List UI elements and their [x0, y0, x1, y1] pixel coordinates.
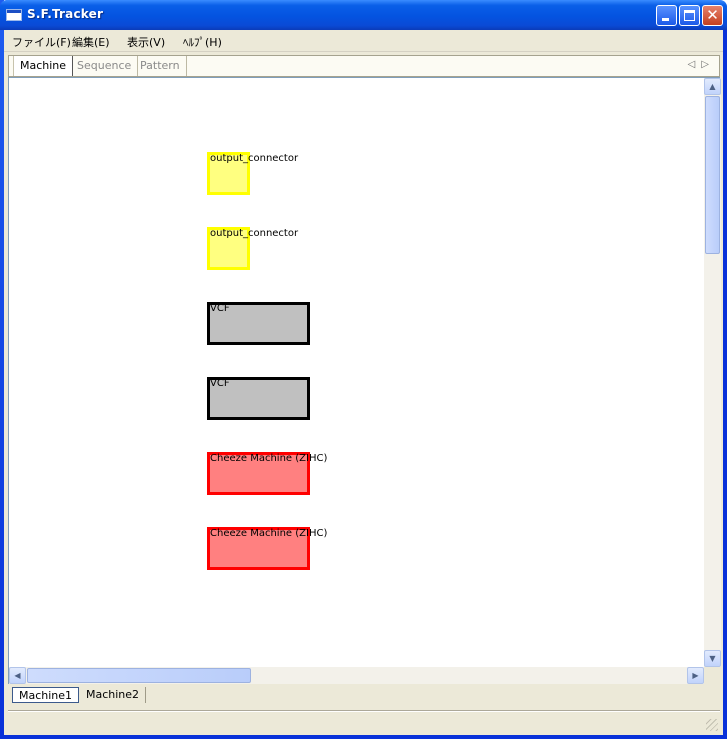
close-button[interactable]: ✕ [702, 5, 723, 26]
scroll-down-button[interactable]: ▼ [704, 650, 721, 667]
tab-scroll-left-icon[interactable]: ◁ [688, 59, 702, 70]
maximize-button[interactable] [679, 5, 700, 26]
scroll-right-button[interactable]: ▶ [687, 667, 704, 684]
scrollbar-corner [704, 667, 721, 684]
machine-node-cheeze-machine[interactable]: Cheeze Machine (ZIHC) [207, 452, 327, 495]
machine-node-label: Cheeze Machine (ZIHC) [210, 528, 328, 539]
machine-node-output-connector[interactable]: output_connector [207, 152, 298, 195]
close-icon: ✕ [706, 6, 719, 24]
app-icon [6, 9, 22, 21]
horizontal-scrollbar[interactable]: ◀ ▶ [9, 667, 704, 684]
resize-grip-icon[interactable] [706, 719, 718, 731]
machine-node-label: VCF [210, 378, 230, 389]
tab-machine[interactable]: Machine [13, 56, 74, 76]
tab-sequence[interactable]: Sequence [71, 56, 139, 76]
chevron-up-icon: ▲ [709, 82, 716, 91]
machine-node-label: Cheeze Machine (ZIHC) [210, 453, 328, 464]
scroll-up-button[interactable]: ▲ [704, 78, 721, 95]
title-bar[interactable]: S.F.Tracker ✕ [0, 0, 727, 30]
menu-file[interactable]: ファイル(F) [12, 34, 71, 50]
machine-node-vcf[interactable]: VCF [207, 302, 310, 345]
horizontal-scroll-thumb[interactable] [27, 668, 251, 683]
tab-pattern[interactable]: Pattern [134, 56, 187, 76]
app-window: S.F.Tracker ✕ ファイル(F) 編集(E) 表示(V) ﾍﾙﾌﾟ(H… [0, 0, 727, 739]
machine-tab-strip: Machine1 Machine2 [8, 685, 720, 705]
status-bar [8, 711, 720, 733]
view-tab-strip: Machine Sequence Pattern ◁▷ [8, 55, 720, 77]
menu-help[interactable]: ﾍﾙﾌﾟ(H) [183, 34, 222, 50]
menu-edit[interactable]: 編集(E) [72, 34, 110, 50]
machine-node-vcf[interactable]: VCF [207, 377, 310, 420]
menu-bar: ファイル(F) 編集(E) 表示(V) ﾍﾙﾌﾟ(H) [4, 30, 723, 52]
vertical-scroll-thumb[interactable] [705, 96, 720, 254]
vertical-scrollbar[interactable]: ▲ ▼ [704, 78, 721, 667]
tab-scroll-arrows[interactable]: ◁▷ [688, 59, 715, 70]
machine-view: output_connector output_connector VCF VC… [8, 77, 721, 684]
tab-machine1[interactable]: Machine1 [12, 687, 80, 703]
machine-node-cheeze-machine[interactable]: Cheeze Machine (ZIHC) [207, 527, 327, 570]
machine-node-output-connector[interactable]: output_connector [207, 227, 298, 270]
maximize-icon [684, 10, 695, 21]
machine-canvas[interactable]: output_connector output_connector VCF VC… [9, 78, 704, 667]
chevron-left-icon: ◀ [14, 671, 21, 680]
tab-machine2[interactable]: Machine2 [80, 687, 147, 703]
machine-node-label: output_connector [210, 153, 299, 164]
menu-view[interactable]: 表示(V) [127, 34, 165, 50]
machine-node-label: output_connector [210, 228, 299, 239]
scroll-left-button[interactable]: ◀ [9, 667, 26, 684]
chevron-right-icon: ▶ [692, 671, 699, 680]
tab-scroll-right-icon[interactable]: ▷ [701, 59, 715, 70]
chevron-down-icon: ▼ [709, 654, 716, 663]
machine-node-label: VCF [210, 303, 230, 314]
minimize-icon [662, 18, 669, 21]
window-title: S.F.Tracker [27, 7, 104, 21]
minimize-button[interactable] [656, 5, 677, 26]
